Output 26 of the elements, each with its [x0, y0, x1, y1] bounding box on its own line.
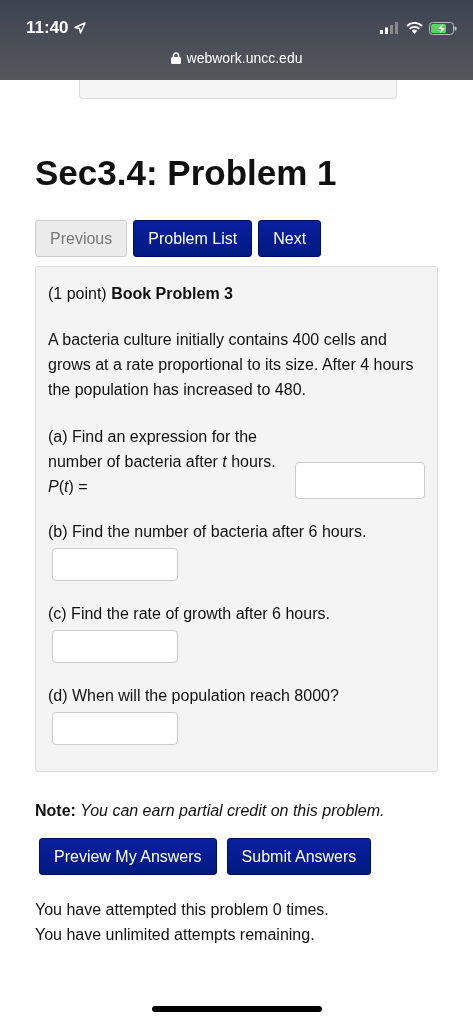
question-text: (b) Find the number of bacteria after 6 hours.: [48, 523, 367, 540]
attempts-text: You have unlimited attempts remaining.: [35, 925, 316, 945]
answer-field[interactable]: [52, 712, 178, 745]
nav-button[interactable]: Next: [258, 220, 322, 257]
lock-icon: [170, 52, 181, 64]
clock-time: 11:40: [26, 18, 69, 38]
question-text: (d) When will the population reach 8000?: [48, 687, 339, 704]
location-arrow-icon: [73, 22, 86, 34]
note-text: Note: You can earn partial credit on this problem.: [35, 802, 386, 820]
attempts-text: You have attempted this problem 0 times.: [35, 900, 330, 920]
question-text: (c) Find the rate of growth after 6 hours.: [48, 605, 330, 622]
signal-icon: [380, 22, 400, 34]
question-text: (a) Find an expression for the number of bacteria after t hours. P(t) =: [48, 427, 277, 497]
battery-charging-icon: [429, 21, 457, 35]
home-indicator[interactable]: [152, 1006, 322, 1012]
page-title: Sec3.4: Problem 1: [35, 152, 338, 194]
problem-statement: A bacteria culture initially contains 400 cells and grows at a rate proportional to its size. After 4 hours the population has increased to 480.: [48, 330, 415, 400]
submit-button[interactable]: Preview My Answers: [39, 838, 217, 875]
answer-field[interactable]: [52, 548, 178, 581]
answer-field[interactable]: [52, 630, 178, 663]
submit-button[interactable]: Submit Answers: [226, 838, 372, 875]
answer-field[interactable]: [295, 462, 425, 499]
nav-button[interactable]: Problem List: [133, 220, 253, 257]
url-address[interactable]: webwork.uncc.edu: [186, 50, 303, 66]
problem-heading: (1 point) Book Problem 3: [48, 284, 234, 304]
wifi-icon: [406, 22, 423, 34]
